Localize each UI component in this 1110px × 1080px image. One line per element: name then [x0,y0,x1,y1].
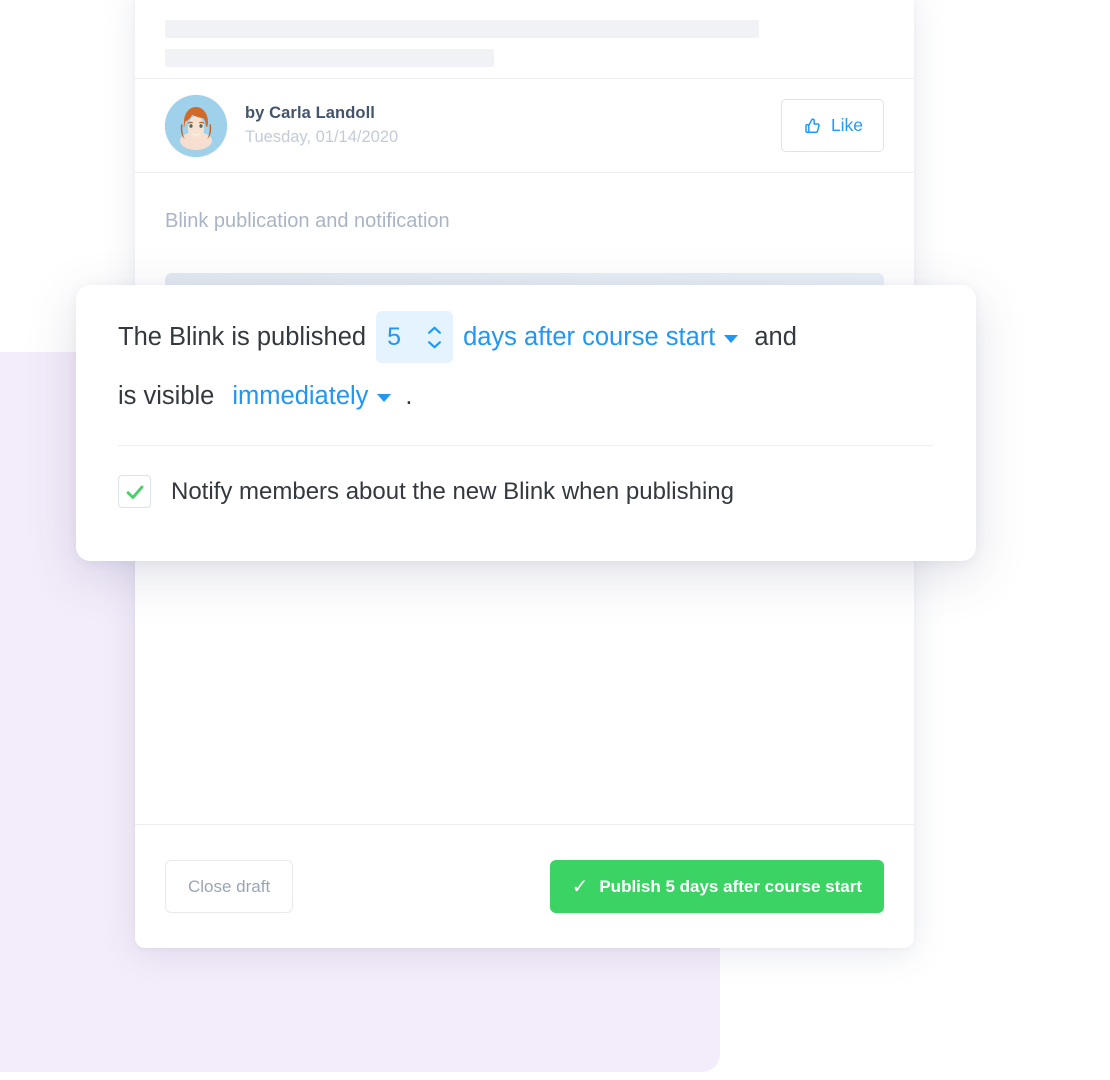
author-name: by Carla Landoll [245,103,375,122]
check-icon [126,485,143,499]
rule-conjunction: and [754,322,797,351]
skeleton-bar-2 [165,49,494,67]
chevron-down-icon-visibility [377,394,392,402]
author-date: Tuesday, 01/14/2020 [245,127,399,146]
rule-period: . [405,381,413,410]
author-row: by Carla Landoll Tuesday, 01/14/2020 Lik… [135,79,914,172]
visibility-dropdown[interactable]: immediately [232,381,392,411]
publication-rule-line: The Blink is published 5 days after cour… [118,307,934,367]
publish-button-label: Publish 5 days after course start [599,876,862,896]
skeleton-bar-1 [165,20,759,38]
avatar [165,94,227,157]
timing-dropdown[interactable]: days after course start [463,322,739,352]
timing-dropdown-label: days after course start [463,322,716,351]
author-meta: by Carla Landoll Tuesday, 01/14/2020 [245,103,781,149]
chevron-down-icon [724,335,739,343]
rule-prefix: The Blink is published [118,322,367,351]
screen-root: by Carla Landoll Tuesday, 01/14/2020 Lik… [0,0,1110,1080]
visibility-rule-line: is visible immediately . [118,367,934,425]
visibility-prefix: is visible [118,381,215,410]
days-amount-stepper[interactable]: 5 [376,311,454,363]
visibility-dropdown-label: immediately [232,381,369,410]
days-amount-value: 5 [387,322,401,351]
notify-members-checkbox[interactable] [118,475,151,508]
notify-members-row[interactable]: Notify members about the new Blink when … [118,475,934,508]
like-button-label: Like [830,115,864,135]
skeleton-placeholder-area [135,0,914,67]
close-draft-button[interactable]: Close draft [165,860,294,913]
publish-button[interactable]: ✓ Publish 5 days after course start [549,860,884,913]
publication-settings-popup: The Blink is published 5 days after cour… [76,285,976,561]
card-footer: Close draft ✓ Publish 5 days after cours… [135,824,914,948]
check-icon: ✓ [571,875,589,898]
like-button[interactable]: Like [781,99,884,152]
stepper-updown-icon[interactable] [427,326,442,349]
thumbs-up-icon [802,116,822,136]
section-title: Blink publication and notification [165,209,450,232]
notify-members-label: Notify members about the new Blink when … [171,477,734,505]
popup-divider [118,445,934,446]
